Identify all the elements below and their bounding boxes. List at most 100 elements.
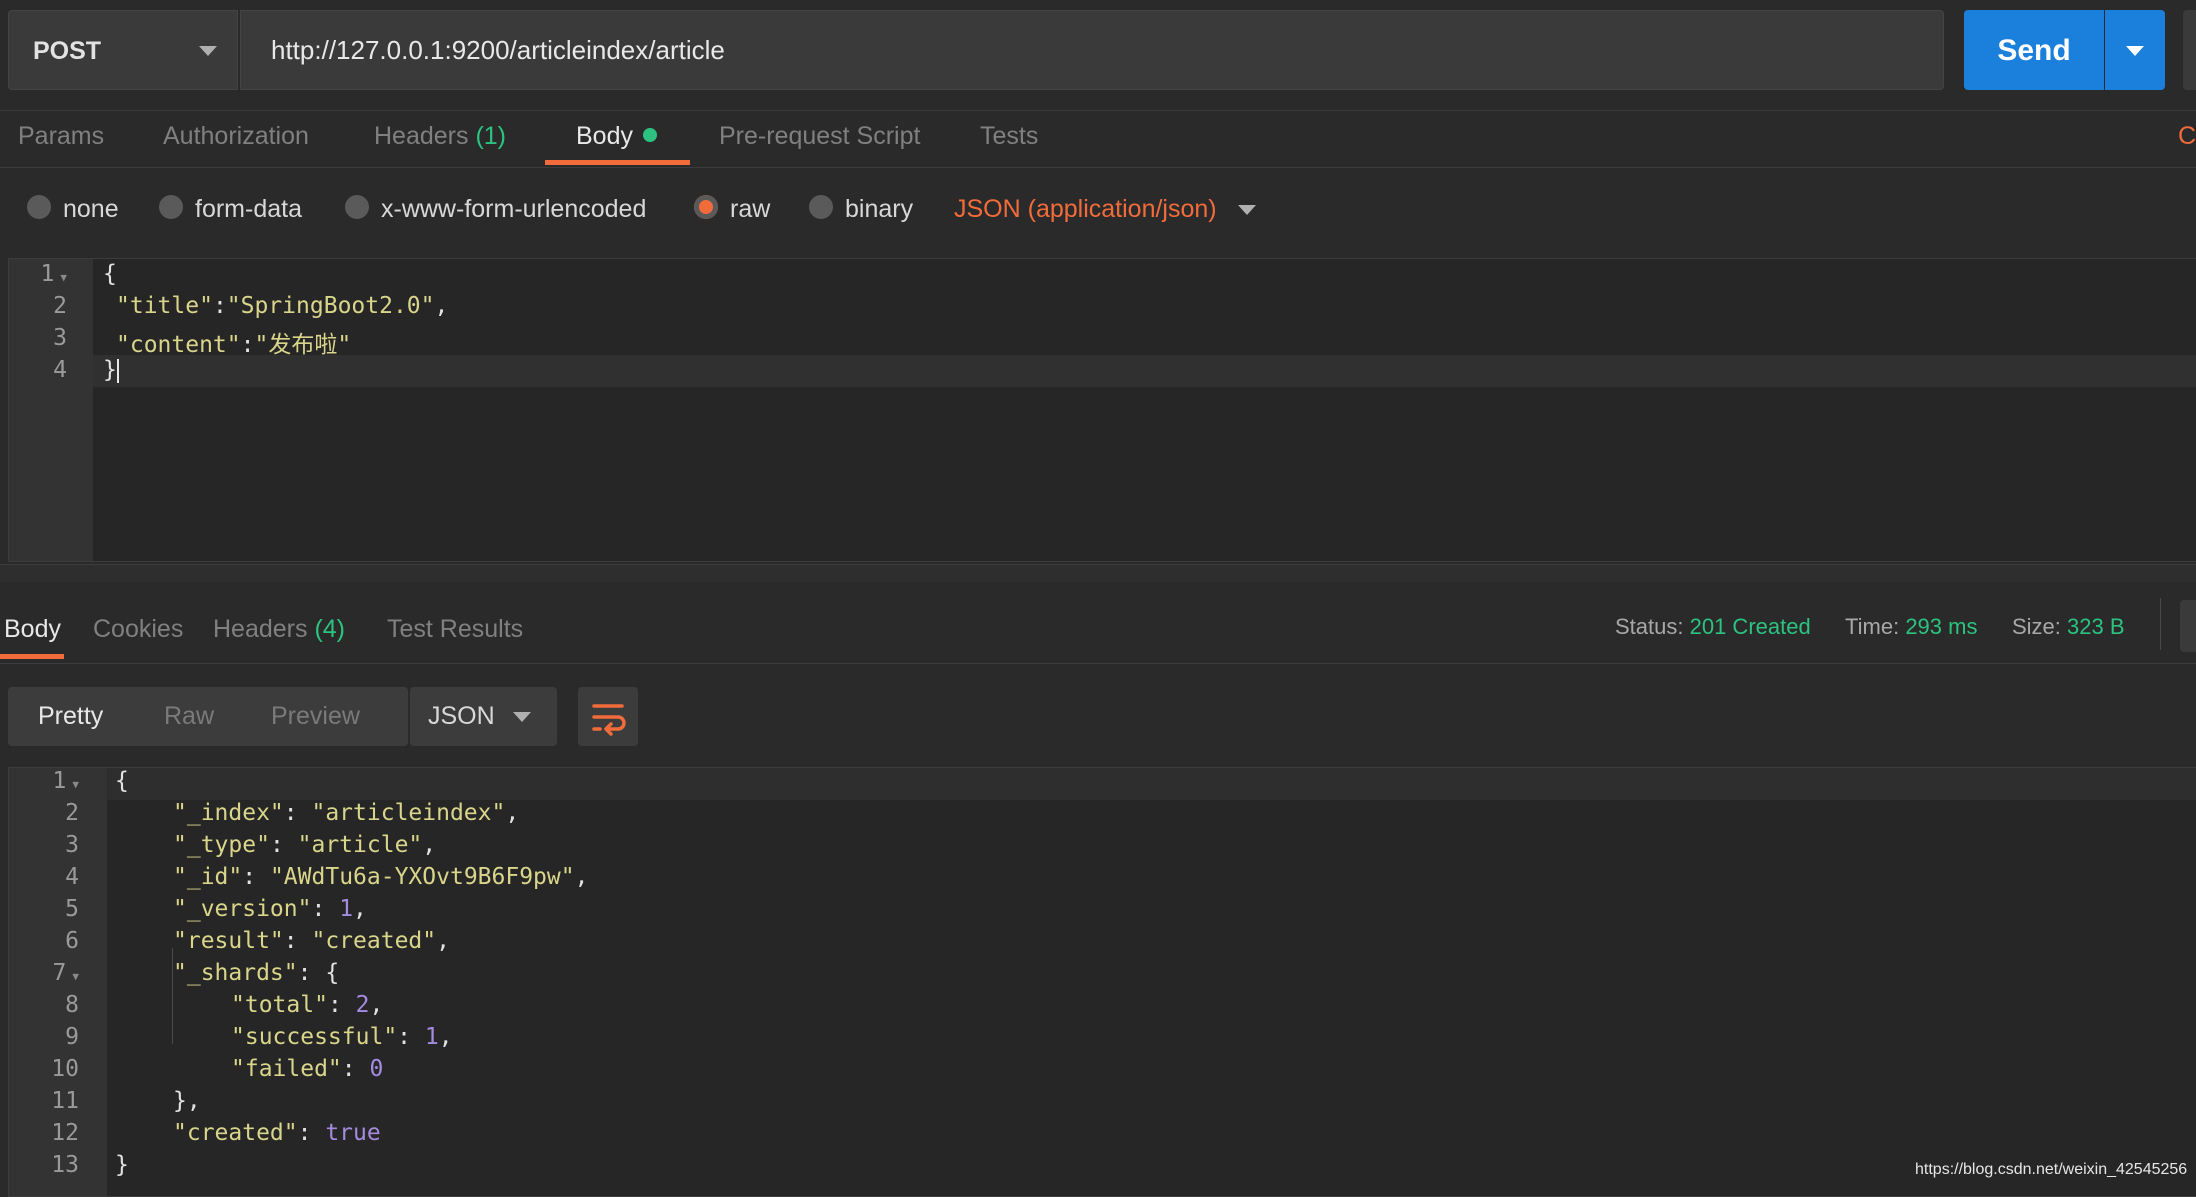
- size-value: 323 B: [2067, 614, 2125, 639]
- line-number: 2: [53, 293, 67, 319]
- view-raw-button[interactable]: Raw: [164, 687, 214, 746]
- active-line-highlight: [107, 768, 2196, 800]
- save-button[interactable]: [2183, 10, 2196, 90]
- radio-form-data-label: form-data: [195, 195, 302, 223]
- radio-binary-label: binary: [845, 195, 914, 223]
- time-value: 293 ms: [1905, 614, 1978, 639]
- resize-divider[interactable]: [0, 564, 2196, 582]
- line-number: 11: [51, 1088, 79, 1114]
- chevron-down-icon[interactable]: [1238, 205, 1256, 215]
- line-number: 10: [51, 1056, 79, 1082]
- body-set-indicator-icon: [642, 128, 657, 143]
- watermark-text: https://blog.csdn.net/weixin_42545256: [1915, 1161, 2188, 1178]
- url-value: http://127.0.0.1:9200/articleindex/artic…: [271, 35, 725, 65]
- line-number: 13: [51, 1152, 79, 1178]
- line-number: 6: [65, 928, 79, 954]
- code-line: },: [173, 1088, 201, 1114]
- response-tab-headers[interactable]: Headers (4): [213, 582, 345, 676]
- chevron-down-icon: [513, 712, 531, 722]
- code-line: "result": "created",: [173, 928, 450, 954]
- view-mode-toggle: Pretty Raw Preview: [8, 687, 408, 746]
- active-response-tab-indicator: [0, 654, 64, 659]
- response-headers-count-badge: (4): [314, 615, 346, 643]
- line-number: 1 ▼: [52, 768, 79, 794]
- tab-params[interactable]: Params: [18, 111, 104, 161]
- radio-none-label: none: [63, 195, 119, 223]
- radio-icon: [345, 195, 369, 220]
- view-pretty-button[interactable]: Pretty: [38, 687, 103, 746]
- tab-tests[interactable]: Tests: [980, 111, 1038, 161]
- response-tab-test-results[interactable]: Test Results: [387, 582, 523, 676]
- response-tab-headers-label: Headers: [213, 615, 308, 643]
- code-line: "_type": "article",: [173, 832, 437, 858]
- response-tab-body[interactable]: Body: [4, 582, 61, 676]
- radio-urlencoded-label: x-www-form-urlencoded: [381, 195, 647, 223]
- line-number: 1 ▼: [40, 261, 67, 287]
- code-line: "created": true: [173, 1120, 381, 1146]
- code-line: "title":"SpringBoot2.0",: [116, 293, 449, 319]
- line-number: 3: [53, 325, 67, 351]
- fold-arrow-icon: ▼: [72, 970, 79, 983]
- radio-none[interactable]: none: [27, 168, 119, 250]
- radio-icon: [809, 195, 833, 220]
- send-button[interactable]: Send: [1964, 10, 2104, 90]
- request-tabs: Params Authorization Headers (1) Body Pr…: [0, 110, 2196, 168]
- code-line: "successful": 1,: [231, 1024, 453, 1050]
- tab-pre-request-script[interactable]: Pre-request Script: [719, 111, 920, 161]
- line-number: 7 ▼: [52, 960, 79, 986]
- code-line: "_index": "articleindex",: [173, 800, 520, 826]
- tab-code-link[interactable]: C: [2178, 111, 2196, 161]
- caret-down-icon: [2126, 46, 2144, 56]
- send-label: Send: [1997, 34, 2071, 67]
- code-line: "_id": "AWdTu6a-YXOvt9B6F9pw",: [173, 864, 589, 890]
- radio-form-data[interactable]: form-data: [159, 168, 302, 250]
- response-body-viewer[interactable]: 1 ▼ 2 3 4 5 6 7 ▼ 8 9 10 11 12 13 { "_inde…: [8, 767, 2196, 1197]
- line-number: 4: [53, 357, 67, 383]
- format-select[interactable]: JSON: [410, 687, 557, 746]
- content-type-dropdown[interactable]: JSON (application/json): [954, 168, 1217, 250]
- view-preview-button[interactable]: Preview: [271, 687, 360, 746]
- line-number: 3: [65, 832, 79, 858]
- request-body-editor[interactable]: 1 ▼ 2 3 4 { "title":"SpringBoot2.0", "con…: [8, 258, 2196, 562]
- tab-body-label: Body: [576, 122, 633, 150]
- radio-urlencoded[interactable]: x-www-form-urlencoded: [345, 168, 646, 250]
- save-response-button[interactable]: [2180, 600, 2196, 652]
- code-line: }: [103, 357, 119, 383]
- tab-body[interactable]: Body: [576, 111, 657, 161]
- meta-divider: [2160, 598, 2161, 650]
- radio-icon: [159, 195, 183, 220]
- code-line: "total": 2,: [231, 992, 384, 1018]
- format-label: JSON: [428, 702, 495, 730]
- radio-icon: [27, 195, 51, 220]
- line-number: 12: [51, 1120, 79, 1146]
- line-number: 8: [65, 992, 79, 1018]
- request-bar: POST http://127.0.0.1:9200/articleindex/…: [0, 0, 2196, 110]
- radio-raw[interactable]: raw: [694, 168, 770, 250]
- code-line: "_shards": {: [173, 960, 340, 986]
- tab-authorization[interactable]: Authorization: [163, 111, 309, 161]
- headers-count-badge: (1): [475, 122, 507, 150]
- line-number: 9: [65, 1024, 79, 1050]
- time-readout: Time: 293 ms: [1845, 614, 1978, 639]
- body-type-selector: none form-data x-www-form-urlencoded raw…: [0, 168, 2196, 258]
- radio-selected-icon: [694, 195, 718, 220]
- chevron-down-icon: [199, 46, 217, 56]
- code-line: "_version": 1,: [173, 896, 367, 922]
- tab-headers[interactable]: Headers (1): [374, 111, 506, 161]
- method-label: POST: [33, 37, 102, 65]
- method-select[interactable]: POST: [8, 10, 238, 90]
- send-options-button[interactable]: [2105, 10, 2165, 90]
- active-line-highlight: [93, 355, 2196, 387]
- wrap-lines-button[interactable]: [578, 687, 638, 746]
- code-line: "failed": 0: [231, 1056, 384, 1082]
- response-tab-cookies[interactable]: Cookies: [93, 582, 183, 676]
- url-input[interactable]: http://127.0.0.1:9200/articleindex/artic…: [240, 10, 1944, 90]
- code-line: }: [115, 1152, 129, 1178]
- radio-binary[interactable]: binary: [809, 168, 913, 250]
- status-value: 201 Created: [1689, 614, 1811, 639]
- tab-headers-label: Headers: [374, 122, 469, 150]
- response-tabs: Body Cookies Headers (4) Test Results St…: [0, 582, 2196, 664]
- line-number: 2: [65, 800, 79, 826]
- fold-arrow-icon: ▼: [60, 271, 67, 284]
- line-number: 4: [65, 864, 79, 890]
